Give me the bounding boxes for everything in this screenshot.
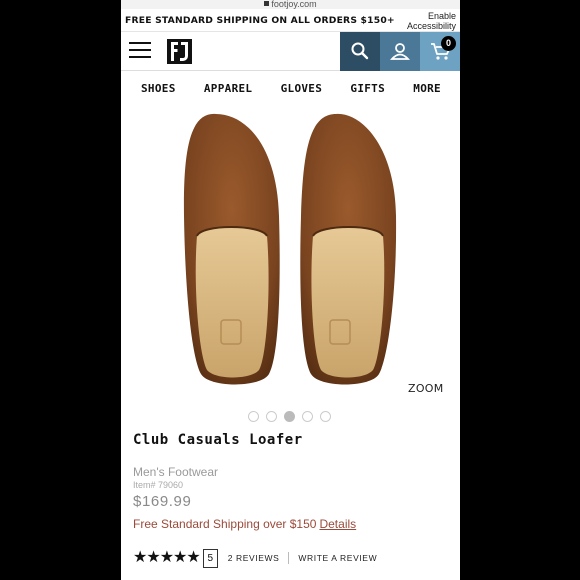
lock-icon (264, 1, 270, 6)
nav-item-more[interactable]: MORE (413, 82, 441, 95)
account-button[interactable] (380, 32, 420, 71)
cart-button[interactable]: 0 (420, 32, 460, 71)
site-header: 0 (121, 32, 460, 71)
item-number: Item# 79060 (133, 480, 184, 490)
product-image[interactable] (121, 106, 460, 396)
carousel-dot[interactable] (248, 411, 259, 422)
zoom-button[interactable]: ZOOM (408, 382, 444, 395)
reviews-summary: ★★★★★ 5 2 REVIEWS WRITE A REVIEW (133, 548, 377, 568)
nav-item-apparel[interactable]: APPAREL (204, 82, 252, 95)
url-text: footjoy.com (271, 0, 317, 9)
product-title: Club Casuals Loafer (133, 432, 303, 448)
reviews-count-link[interactable]: 2 REVIEWS (228, 553, 280, 563)
shipping-note-text: Free Standard Shipping over $150 (133, 517, 317, 531)
enable-accessibility-link[interactable]: Enable Accessibility (388, 11, 456, 31)
carousel-dot[interactable] (266, 411, 277, 422)
free-shipping-text: FREE STANDARD SHIPPING ON ALL ORDERS $15… (125, 15, 395, 26)
cart-count-badge: 0 (441, 36, 456, 51)
promo-banner: FREE STANDARD SHIPPING ON ALL ORDERS $15… (121, 9, 460, 32)
product-category: Men's Footwear (133, 465, 218, 479)
main-nav: SHOES APPAREL GLOVES GIFTS MORE (121, 71, 460, 106)
browser-url-bar[interactable]: footjoy.com (121, 0, 460, 9)
right-shoe (300, 113, 397, 385)
footjoy-logo[interactable] (167, 39, 192, 64)
user-icon (390, 43, 410, 60)
carousel-dot-active[interactable] (284, 411, 295, 422)
mobile-page: footjoy.com FREE STANDARD SHIPPING ON AL… (121, 0, 460, 580)
shipping-note: Free Standard Shipping over $150 Details (133, 517, 356, 531)
nav-item-gloves[interactable]: GLOVES (281, 82, 323, 95)
search-button[interactable] (340, 32, 380, 71)
divider (288, 552, 290, 564)
rating-value: 5 (202, 548, 218, 568)
carousel-dot[interactable] (320, 411, 331, 422)
menu-icon[interactable] (129, 42, 151, 59)
shipping-details-link[interactable]: Details (319, 517, 356, 531)
search-icon (351, 42, 369, 60)
left-shoe (183, 113, 280, 385)
write-review-link[interactable]: WRITE A REVIEW (298, 553, 377, 563)
carousel-dot[interactable] (302, 411, 313, 422)
star-rating-icon: ★★★★★ (133, 549, 201, 566)
nav-item-gifts[interactable]: GIFTS (350, 82, 385, 95)
image-carousel-dots (248, 411, 338, 422)
nav-item-shoes[interactable]: SHOES (141, 82, 176, 95)
product-price: $169.99 (133, 493, 192, 510)
